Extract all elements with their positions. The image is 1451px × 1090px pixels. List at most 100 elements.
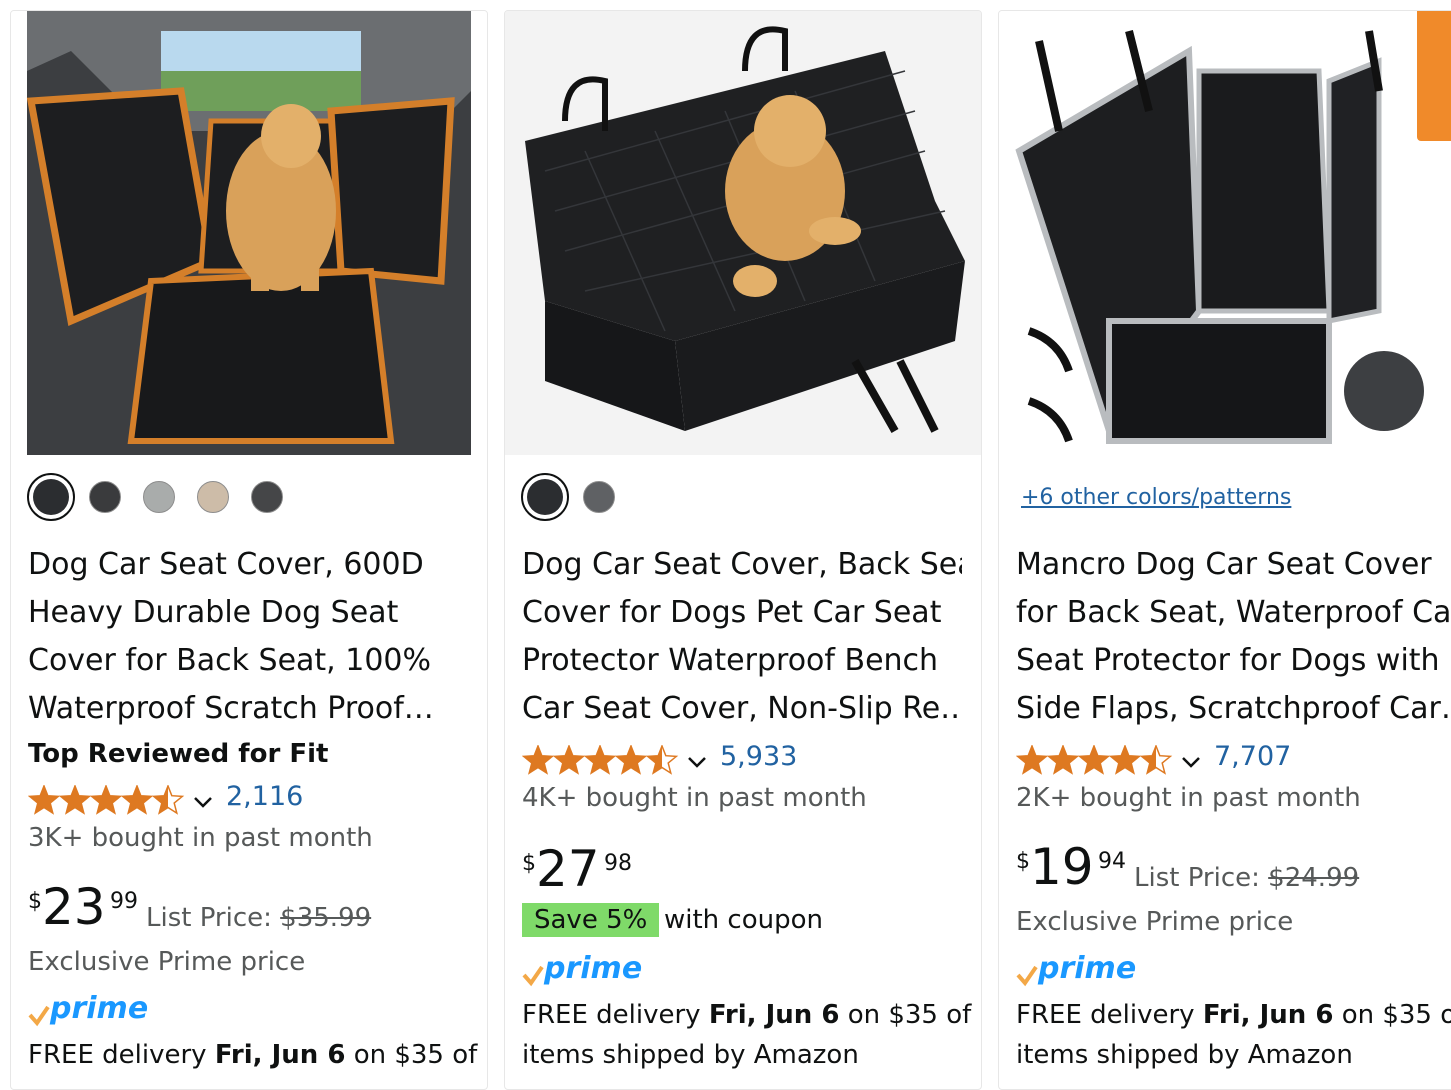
delivery-prefix: FREE delivery: [28, 1040, 207, 1070]
prime-badge: prime: [522, 951, 662, 995]
title-line: Protector Waterproof Bench: [522, 643, 939, 678]
product-card-1[interactable]: Dog Car Seat Cover, 600D Heavy Durable D…: [10, 10, 488, 1090]
review-count[interactable]: 7,707: [1214, 741, 1291, 772]
product-image[interactable]: [505, 11, 981, 455]
delivery-suffix: on $35 of: [847, 1000, 972, 1030]
title-line: for Back Seat, Waterproof Car: [1016, 595, 1451, 630]
price-currency: $: [28, 889, 42, 914]
price: $ 23 99 List Price: $35.99: [28, 878, 487, 945]
star-icon: [28, 785, 61, 815]
rating-row: 7,707: [1016, 741, 1316, 781]
delivery-line: FREE delivery Fri, Jun 6 on $35 of: [28, 1035, 478, 1075]
prime-label: prime: [544, 951, 643, 986]
prime-check-icon: [1016, 965, 1038, 987]
prime-check-icon: [522, 965, 544, 987]
prime-label: prime: [1038, 951, 1137, 986]
product-title[interactable]: Dog Car Seat Cover, Back Seat Cover for …: [522, 541, 962, 733]
delivery-info: FREE delivery Fri, Jun 6 on $35 of items…: [522, 995, 972, 1075]
product-title[interactable]: Dog Car Seat Cover, 600D Heavy Durable D…: [28, 541, 468, 733]
swatch-color-2[interactable]: [89, 481, 121, 513]
star-rating-icon[interactable]: [522, 745, 682, 777]
product-photo-hammock-cover: [999, 11, 1451, 455]
delivery-date: Fri, Jun 6: [708, 1000, 840, 1030]
star-icon: [645, 745, 679, 775]
product-title[interactable]: Mancro Dog Car Seat Cover for Back Seat,…: [1016, 541, 1451, 733]
prime-label: prime: [50, 991, 149, 1026]
review-count[interactable]: 5,933: [720, 741, 797, 772]
chevron-down-icon[interactable]: [686, 751, 708, 773]
swatch-color-3[interactable]: [143, 481, 175, 513]
product-image[interactable]: [11, 11, 487, 455]
delivery-info: FREE delivery Fri, Jun 6 on $35 of: [28, 1035, 478, 1075]
bought-in-past-month: 3K+ bought in past month: [28, 823, 373, 853]
title-line: Waterproof Scratch Proof…: [28, 691, 434, 726]
swatch-color-1[interactable]: [521, 473, 569, 521]
product-image[interactable]: [999, 11, 1451, 455]
top-reviewed-badge: Top Reviewed for Fit: [28, 739, 329, 769]
bought-in-past-month: 4K+ bought in past month: [522, 783, 867, 813]
star-icon: [151, 785, 185, 815]
star-icon: [552, 745, 586, 775]
swatch-color-5[interactable]: [251, 481, 283, 513]
price-whole: 23: [42, 878, 106, 936]
star-icon: [522, 745, 555, 775]
exclusive-prime-price: Exclusive Prime price: [28, 947, 306, 977]
delivery-line: FREE delivery Fri, Jun 6 on $35 of: [522, 995, 972, 1035]
delivery-prefix: FREE delivery: [522, 1000, 701, 1030]
title-line: Mancro Dog Car Seat Cover: [1016, 547, 1432, 582]
price-fraction: 98: [604, 851, 632, 876]
coupon-text: with coupon: [664, 905, 823, 935]
list-price-label: List Price:: [146, 903, 272, 933]
list-price-value: $35.99: [280, 903, 372, 933]
title-line: Seat Protector for Dogs with: [1016, 643, 1440, 678]
delivery-line: FREE delivery Fri, Jun 6 on $35 of: [1016, 995, 1451, 1035]
bought-in-past-month: 2K+ bought in past month: [1016, 783, 1361, 813]
delivery-date: Fri, Jun 6: [214, 1040, 346, 1070]
star-icon: [1077, 745, 1111, 775]
swatch-color-1[interactable]: [27, 473, 75, 521]
star-rating-icon[interactable]: [1016, 745, 1176, 777]
swatch-color-4[interactable]: [197, 481, 229, 513]
prime-badge: prime: [28, 991, 168, 1035]
price-fraction: 99: [110, 889, 138, 914]
title-line: Dog Car Seat Cover, Back Seat: [522, 547, 962, 582]
star-icon: [1016, 745, 1049, 775]
title-line: Heavy Durable Dog Seat: [28, 595, 399, 630]
price: $ 19 94 List Price: $24.99: [1016, 838, 1446, 905]
product-card-2[interactable]: Dog Car Seat Cover, Back Seat Cover for …: [504, 10, 982, 1090]
delivery-date: Fri, Jun 6: [1202, 1000, 1334, 1030]
coupon-row[interactable]: Save 5% with coupon: [522, 903, 922, 943]
list-price: List Price: $35.99: [146, 903, 371, 933]
star-icon: [614, 745, 648, 775]
list-price-label: List Price:: [1134, 863, 1260, 893]
delivery-line-2: items shipped by Amazon: [522, 1040, 859, 1070]
rating-row: 5,933: [522, 741, 822, 781]
title-line: Side Flaps, Scratchproof Car…: [1016, 691, 1451, 726]
chevron-down-icon[interactable]: [192, 791, 214, 813]
star-icon: [58, 785, 92, 815]
swatch-color-2[interactable]: [583, 481, 615, 513]
delivery-info: FREE delivery Fri, Jun 6 on $35 of items…: [1016, 995, 1451, 1075]
delivery-suffix: on $35 of: [1341, 1000, 1451, 1030]
chevron-down-icon[interactable]: [1180, 751, 1202, 773]
product-card-3[interactable]: +6 other colors/patterns Mancro Dog Car …: [998, 10, 1451, 1090]
delivery-prefix: FREE delivery: [1016, 1000, 1195, 1030]
more-colors-link[interactable]: +6 other colors/patterns: [1021, 485, 1291, 510]
star-icon: [1108, 745, 1142, 775]
prime-badge: prime: [1016, 951, 1156, 995]
prime-check-icon: [28, 1005, 50, 1027]
title-line: Car Seat Cover, Non-Slip Re…: [522, 691, 962, 726]
price-currency: $: [1016, 849, 1030, 874]
save-coupon-badge[interactable]: Save 5%: [522, 903, 660, 937]
rating-row: 2,116: [28, 781, 328, 821]
side-feedback-tab[interactable]: [1417, 11, 1451, 141]
star-icon: [89, 785, 123, 815]
star-rating-icon[interactable]: [28, 785, 188, 817]
title-line: Cover for Back Seat, 100%: [28, 643, 432, 678]
price-whole: 27: [536, 840, 600, 898]
review-count[interactable]: 2,116: [226, 781, 303, 812]
star-icon: [583, 745, 617, 775]
price-currency: $: [522, 851, 536, 876]
title-line: Dog Car Seat Cover, 600D: [28, 547, 424, 582]
price-fraction: 94: [1098, 849, 1126, 874]
